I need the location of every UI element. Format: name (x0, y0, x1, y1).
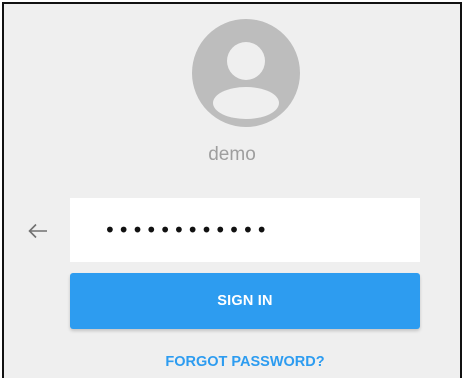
password-field-container (70, 198, 420, 262)
back-button[interactable] (24, 217, 52, 245)
sign-in-label: SIGN IN (217, 293, 273, 309)
password-input[interactable] (70, 198, 420, 262)
arrow-left-icon (28, 223, 47, 239)
forgot-password-link[interactable]: FORGOT PASSWORD? (70, 354, 420, 370)
account-circle-icon (192, 19, 300, 127)
sign-in-button[interactable]: SIGN IN (70, 273, 420, 329)
username-label: demo (208, 144, 256, 165)
login-panel: demo SIGN IN FORGOT PASSWORD? (2, 2, 462, 378)
